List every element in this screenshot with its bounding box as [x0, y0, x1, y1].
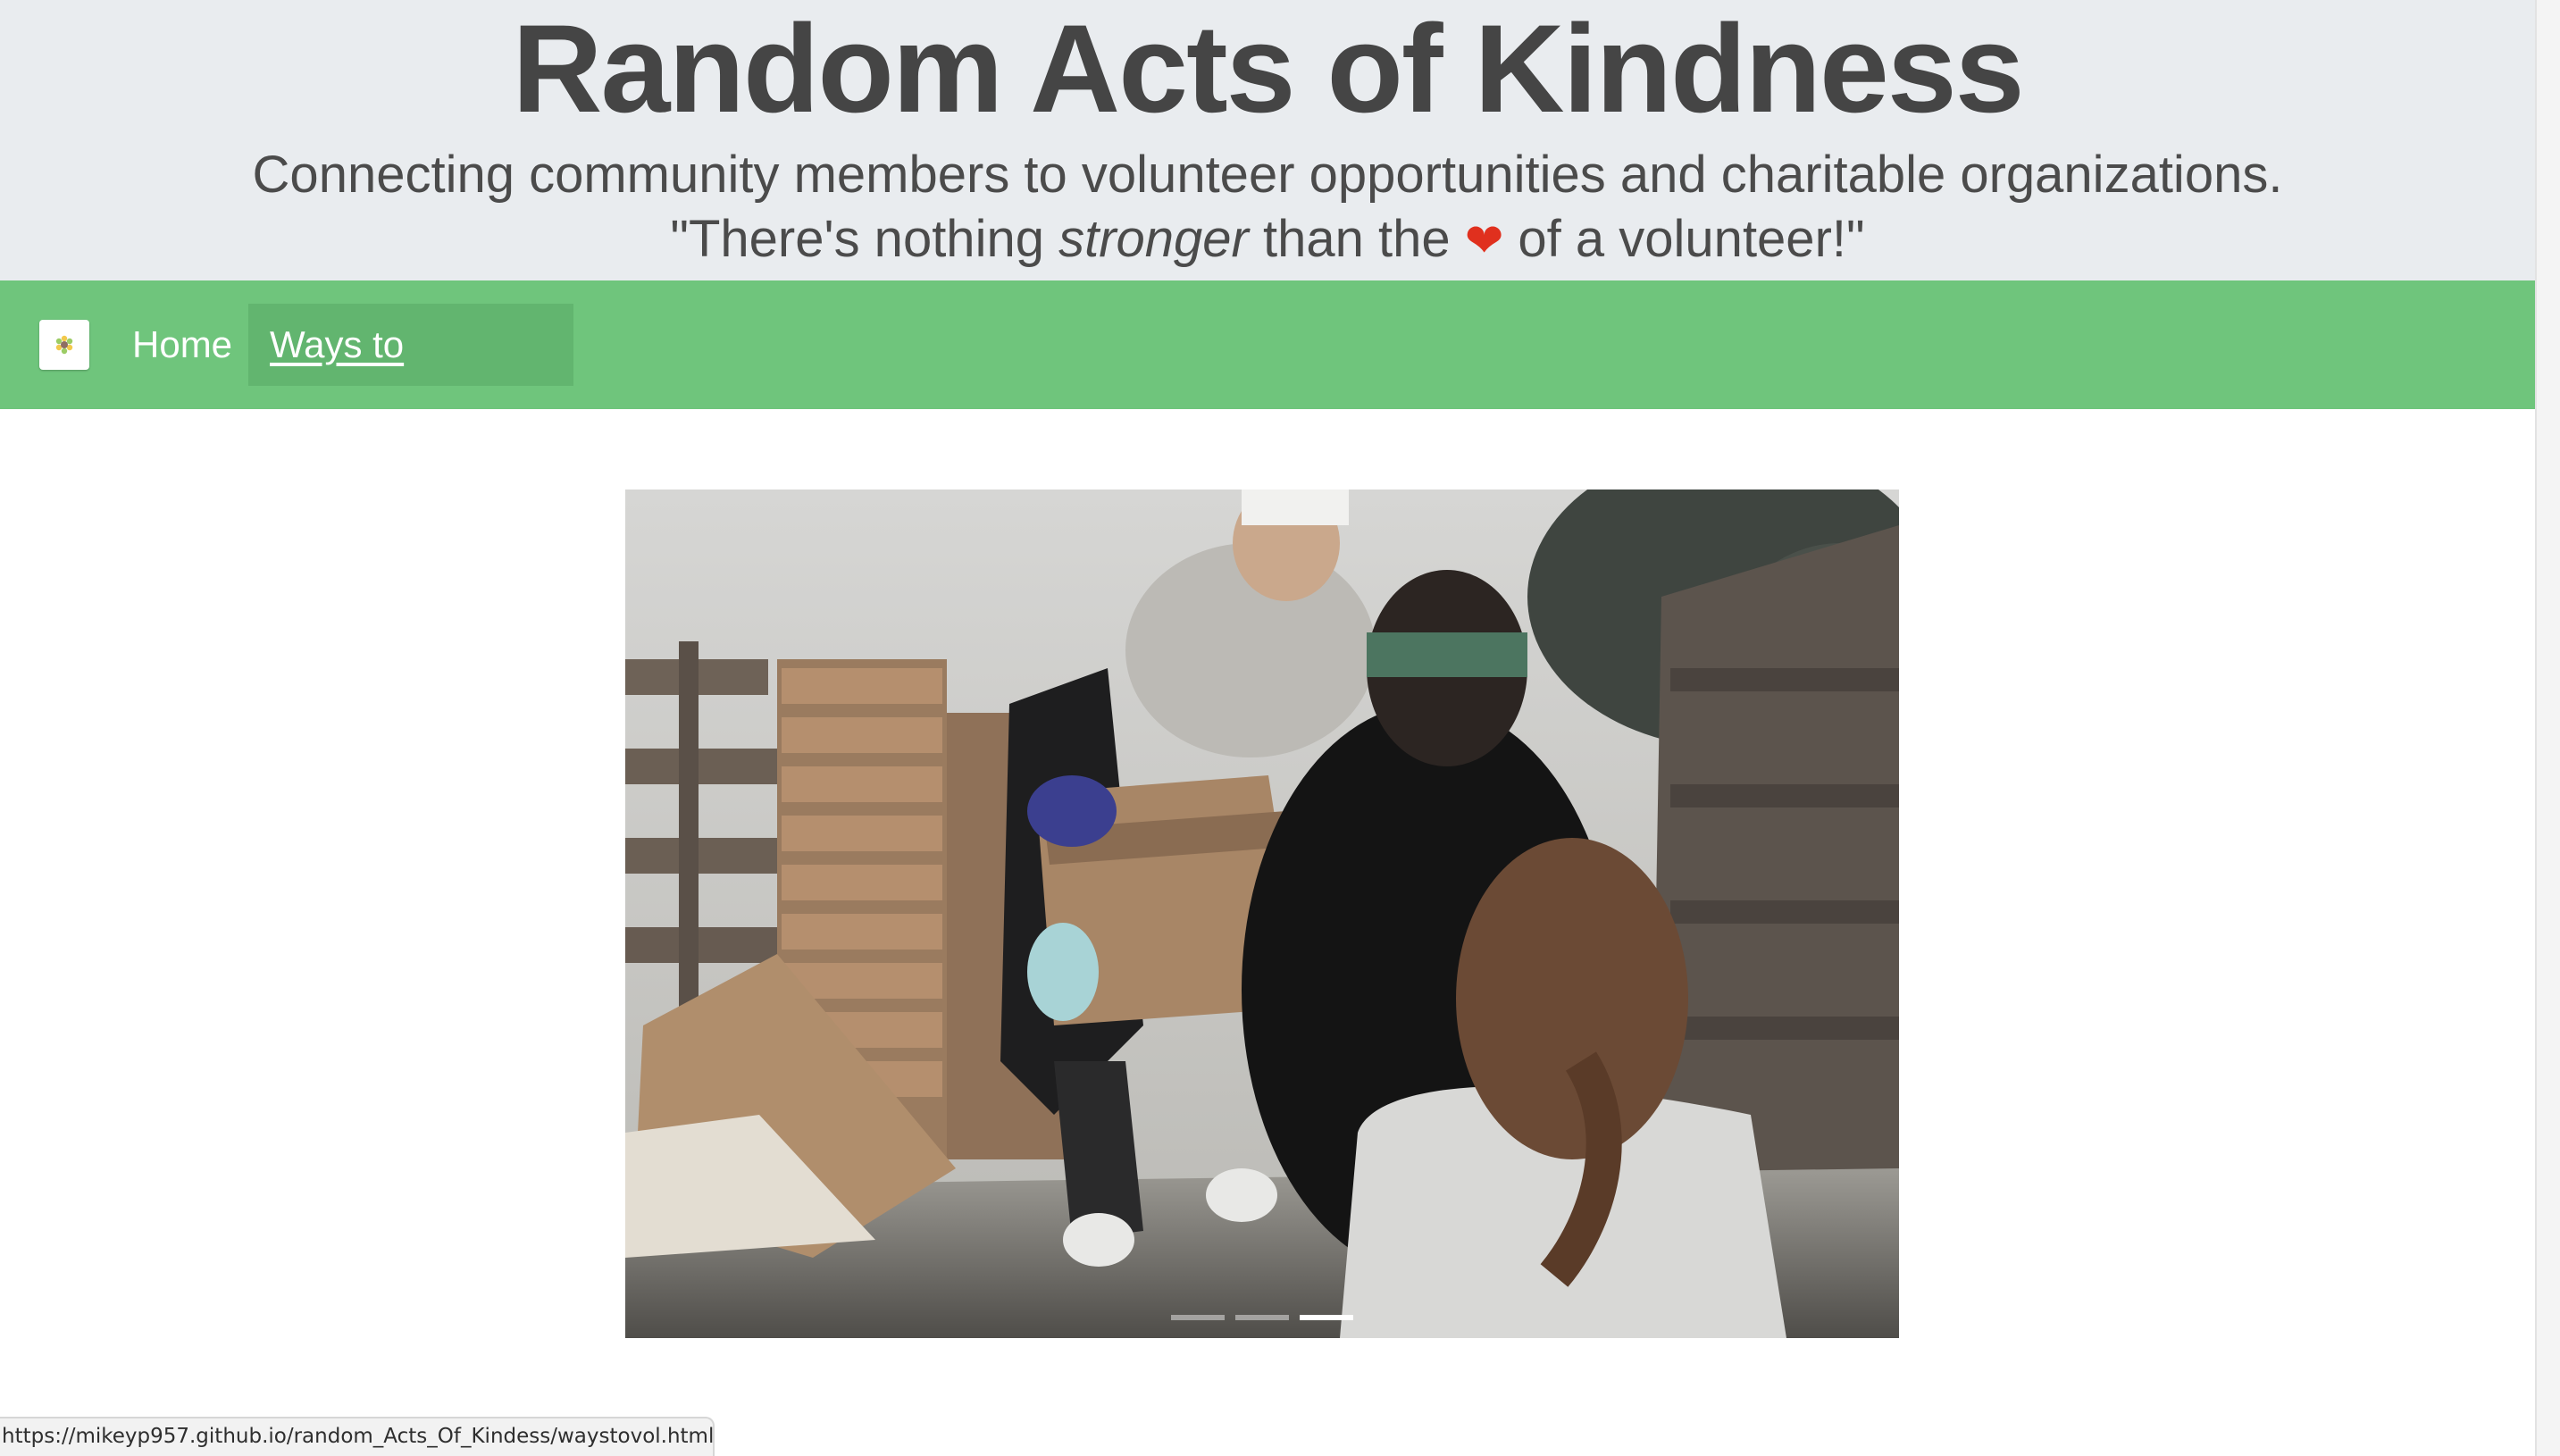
quote-suffix: of a volunteer!" [1503, 210, 1865, 268]
sunflower-logo-icon [55, 335, 73, 355]
brand-logo-link[interactable] [39, 320, 89, 370]
browser-page: Random Acts of Kindness Connecting commu… [0, 0, 2560, 1456]
volunteer-quote: "There's nothing stronger than the ❤ of … [0, 209, 2535, 270]
carousel-indicators [625, 1315, 1899, 1320]
volunteers-loading-boxes-photo [625, 490, 1899, 1338]
main-navbar: Home Ways to Volunteer [0, 280, 2535, 448]
site-title: Random Acts of Kindness [512, 0, 2024, 138]
page-content: Random Acts of Kindness Connecting commu… [0, 0, 2535, 1456]
jumbotron-header: Random Acts of Kindness Connecting commu… [0, 0, 2535, 280]
quote-emphasis: stronger [1058, 210, 1249, 268]
heart-icon: ❤ [1464, 215, 1504, 267]
link-status-bar: https://mikeyp957.github.io/random_Acts_… [0, 1417, 715, 1456]
quote-middle: than the [1248, 210, 1465, 268]
carousel-indicator[interactable] [1235, 1315, 1289, 1320]
quote-prefix: "There's nothing [670, 210, 1059, 268]
carousel-indicator[interactable] [1171, 1315, 1225, 1320]
page-scrollbar[interactable] [2535, 0, 2560, 1456]
site-tagline: Connecting community members to voluntee… [252, 146, 2283, 204]
carousel-indicator-active[interactable] [1300, 1315, 1353, 1320]
volunteer-photo-carousel[interactable] [625, 490, 1899, 1338]
nav-link-home[interactable]: Home [111, 304, 248, 386]
nav-link-ways-to-volunteer[interactable]: Ways to Volunteer [248, 304, 573, 448]
